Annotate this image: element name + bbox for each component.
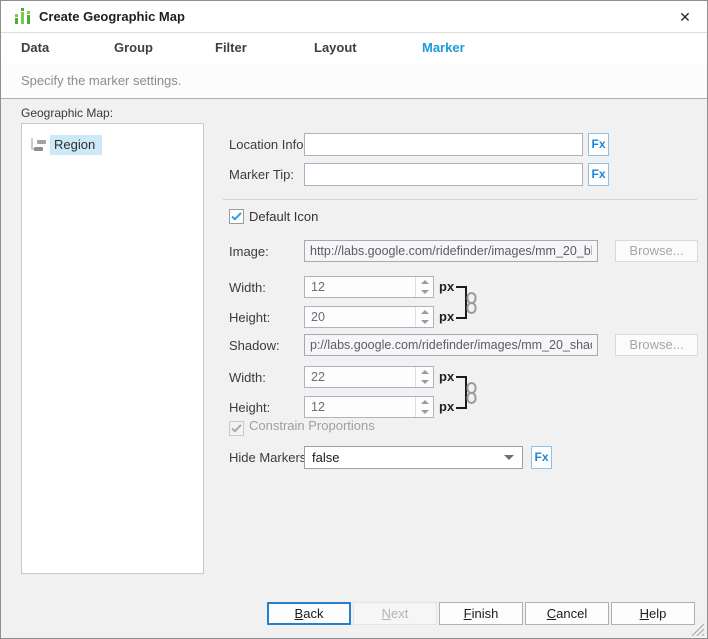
- default-icon-label: Default Icon: [249, 209, 318, 225]
- image-url-input[interactable]: [304, 240, 598, 262]
- hide-markers-fx-button[interactable]: Fx: [531, 446, 552, 469]
- section-divider: [223, 199, 697, 200]
- resize-grip[interactable]: [690, 622, 705, 636]
- tree-item-label: Region: [50, 135, 102, 155]
- shadow-height-spinner: [304, 396, 434, 418]
- spin-down-icon[interactable]: [416, 317, 433, 327]
- chain-link-icon: [464, 292, 479, 314]
- image-height-unit: px: [439, 306, 454, 328]
- cancel-button[interactable]: Cancel: [525, 602, 609, 625]
- shadow-height-unit: px: [439, 396, 454, 418]
- step-group[interactable]: Group: [114, 33, 153, 63]
- step-marker[interactable]: Marker: [422, 33, 465, 63]
- marker-tip-label: Marker Tip:: [229, 163, 294, 186]
- hide-markers-select[interactable]: false: [304, 446, 523, 469]
- shadow-width-input[interactable]: [305, 367, 415, 387]
- step-description-bar: Specify the marker settings.: [1, 63, 707, 99]
- shadow-width-spinner: [304, 366, 434, 388]
- shadow-label: Shadow:: [229, 334, 280, 357]
- image-browse-button[interactable]: Browse...: [615, 240, 698, 262]
- constrain-proportions-checkbox[interactable]: [229, 421, 244, 436]
- finish-button[interactable]: Finish: [439, 602, 523, 625]
- help-button[interactable]: Help: [611, 602, 695, 625]
- wizard-steps: Data Group Filter Layout Marker: [1, 33, 707, 63]
- spin-up-icon[interactable]: [416, 397, 433, 407]
- spin-up-icon[interactable]: [416, 277, 433, 287]
- marker-tip-input[interactable]: [304, 163, 583, 186]
- next-button[interactable]: Next: [353, 602, 437, 625]
- marker-tip-fx-button[interactable]: Fx: [588, 163, 609, 186]
- spinner-buttons: [415, 307, 433, 327]
- chevron-down-icon: [504, 455, 514, 460]
- window-title: Create Geographic Map: [39, 1, 185, 33]
- shadow-width-unit: px: [439, 366, 454, 388]
- image-height-spinner: [304, 306, 434, 328]
- step-data[interactable]: Data: [21, 33, 49, 63]
- shadow-height-label: Height:: [229, 396, 270, 419]
- back-button[interactable]: Back: [267, 602, 351, 625]
- location-info-label: Location Info:: [229, 133, 307, 156]
- image-height-label: Height:: [229, 306, 270, 329]
- shadow-height-input[interactable]: [305, 397, 415, 417]
- title-bar: Create Geographic Map ✕: [1, 1, 707, 33]
- spin-up-icon[interactable]: [416, 367, 433, 377]
- step-description: Specify the marker settings.: [21, 63, 181, 98]
- image-width-unit: px: [439, 276, 454, 298]
- check-icon: [231, 212, 242, 221]
- location-info-input[interactable]: [304, 133, 583, 156]
- step-layout[interactable]: Layout: [314, 33, 357, 63]
- geographic-map-tree: Region: [21, 123, 204, 574]
- spinner-buttons: [415, 397, 433, 417]
- step-filter[interactable]: Filter: [215, 33, 247, 63]
- image-width-spinner: [304, 276, 434, 298]
- image-width-input[interactable]: [305, 277, 415, 297]
- create-geographic-map-dialog: Create Geographic Map ✕ Data Group Filte…: [0, 0, 708, 639]
- app-logo-icon: [14, 8, 32, 26]
- spin-down-icon[interactable]: [416, 407, 433, 417]
- shadow-width-label: Width:: [229, 366, 266, 389]
- shadow-url-input[interactable]: [304, 334, 598, 356]
- image-height-input[interactable]: [305, 307, 415, 327]
- spinner-buttons: [415, 277, 433, 297]
- chain-link-icon: [464, 382, 479, 404]
- map-node-icon: [30, 138, 47, 153]
- spin-up-icon[interactable]: [416, 307, 433, 317]
- image-label: Image:: [229, 240, 269, 263]
- tree-item-region[interactable]: Region: [30, 135, 102, 155]
- close-icon[interactable]: ✕: [674, 1, 696, 33]
- hide-markers-label: Hide Markers:: [229, 446, 310, 469]
- location-info-fx-button[interactable]: Fx: [588, 133, 609, 156]
- spin-down-icon[interactable]: [416, 377, 433, 387]
- hide-markers-value: false: [305, 450, 504, 465]
- spinner-buttons: [415, 367, 433, 387]
- spin-down-icon[interactable]: [416, 287, 433, 297]
- constrain-proportions-label: Constrain Proportions: [249, 418, 375, 434]
- geographic-map-label: Geographic Map:: [21, 106, 113, 120]
- check-icon: [231, 424, 242, 433]
- image-width-label: Width:: [229, 276, 266, 299]
- shadow-browse-button[interactable]: Browse...: [615, 334, 698, 356]
- default-icon-checkbox[interactable]: [229, 209, 244, 224]
